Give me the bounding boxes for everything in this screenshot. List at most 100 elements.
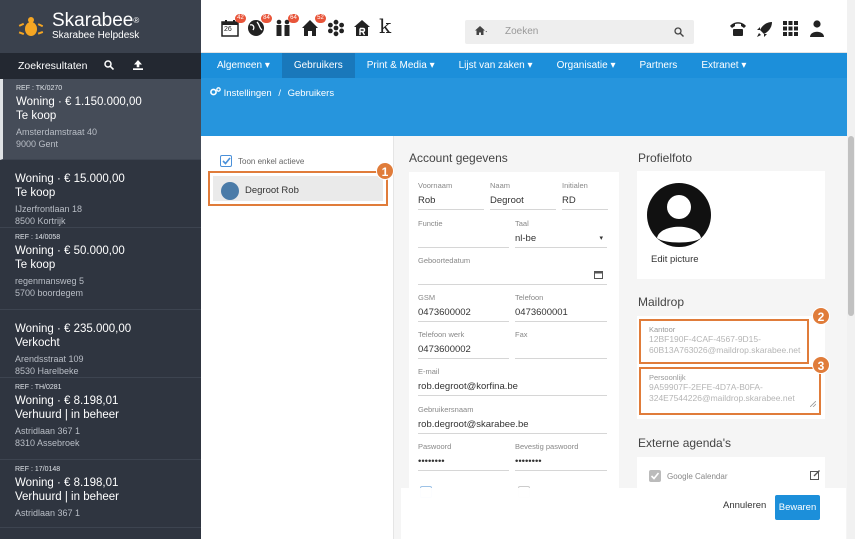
globe-icon[interactable]: 84 [247, 14, 272, 37]
result-ref: REF : 17/0148 [15, 466, 61, 473]
voornaam-field[interactable]: Voornaam Rob [418, 181, 484, 210]
flower-icon[interactable] [327, 19, 345, 37]
calendar-badge: 42 [235, 14, 246, 23]
select-caret-icon: ▾ [599, 235, 603, 242]
profile-title: Profielfoto [638, 151, 693, 165]
result-status: Verkocht [15, 337, 60, 349]
result-type-price: Woning · € 50.000,00 [15, 245, 125, 257]
search-input[interactable]: Zoeken [505, 26, 538, 37]
taal-select[interactable]: Taal nl-be ▾ [515, 219, 607, 248]
result-type-price: Woning · € 1.150.000,00 [16, 96, 142, 108]
result-city: 5700 boordegem [15, 288, 84, 298]
result-type-price: Woning · € 15.000,00 [15, 173, 125, 185]
search-result-item[interactable]: REF : 14/0058 Woning · € 50.000,00 Te ko… [0, 228, 201, 310]
nav-item-lijst-van-zaken[interactable]: Lijst van zaken ▾ [447, 53, 545, 78]
agendas-title: Externe agenda's [638, 436, 732, 450]
breadcrumb-current: Gebruikers [287, 88, 335, 99]
google-calendar-checkbox[interactable] [649, 470, 661, 482]
search-result-item[interactable]: REF : TH/0281 Woning · € 8.198,01 Verhuu… [0, 378, 201, 460]
result-street: regenmansweg 5 [15, 276, 85, 286]
nav-item-partners[interactable]: Partners [628, 53, 690, 78]
resize-handle-icon[interactable] [809, 398, 817, 410]
nav-item-algemeen[interactable]: Algemeen ▾ [201, 53, 282, 78]
user-icon[interactable] [810, 20, 828, 38]
nav-item-print-media[interactable]: Print & Media ▾ [355, 53, 447, 78]
functie-field[interactable]: Functie [418, 219, 509, 248]
maildrop-title: Maildrop [638, 295, 685, 309]
search-box[interactable]: Zoeken [465, 20, 694, 44]
user-list-item[interactable]: Degroot Rob [208, 171, 388, 206]
calendar-day: 26 [224, 26, 232, 33]
gsm-field[interactable]: GSM 0473600002 [418, 293, 509, 322]
result-status: Te koop [16, 110, 57, 122]
skarabee-logo-icon [16, 12, 46, 42]
search-result-item[interactable]: REF : TK/0270 Woning · € 1.150.000,00 Te… [0, 79, 201, 160]
app-window: Skarabee® Skarabee Helpdesk Zoekresultat… [0, 0, 855, 539]
result-status: Te koop [15, 259, 56, 271]
r-house-icon[interactable] [353, 19, 371, 37]
result-street: Amsterdamstraat 40 [16, 127, 98, 137]
active-only-toggle[interactable]: Toon enkel actieve [220, 155, 304, 167]
rocket-icon[interactable] [756, 21, 774, 39]
calendar-icon[interactable]: 26 42 [221, 14, 246, 37]
persons-icon[interactable]: 64 [274, 14, 299, 37]
google-calendar-label: Google Calendar [667, 472, 728, 481]
callout-1: 1 [376, 162, 394, 180]
search-results-header: Zoekresultaten [0, 53, 201, 79]
paswoord-field[interactable]: Paswoord •••••••• [418, 442, 509, 471]
profile-avatar-icon[interactable] [646, 182, 712, 251]
upload-icon[interactable] [133, 59, 144, 73]
cancel-button[interactable]: Annuleren [723, 500, 766, 511]
search-result-item[interactable]: REF : 17/0148 Woning · € 8.198,01 Verhuu… [0, 460, 201, 528]
telefoon-field[interactable]: Telefoon 0473600001 [515, 293, 607, 322]
callout-2: 2 [812, 307, 830, 325]
house-badge: 52 [315, 14, 326, 23]
search-results-title: Zoekresultaten [18, 60, 88, 72]
apps-grid-icon[interactable] [783, 21, 801, 39]
initialen-field[interactable]: Initialen RD [562, 181, 608, 210]
maildrop-kantoor-field[interactable]: Kantoor 12BF190F-4CAF-4567-9D15-60B13A76… [639, 319, 809, 364]
breadcrumb-root[interactable]: Instellingen [224, 88, 272, 99]
naam-field[interactable]: Naam Degroot [490, 181, 556, 210]
date-picker-icon[interactable] [594, 270, 603, 284]
geboortedatum-field[interactable]: Geboortedatum [418, 256, 607, 285]
search-result-item[interactable]: Woning · € 15.000,00 Te koop IJzerfrontl… [0, 160, 201, 228]
result-street: Astridlaan 367 1 [15, 426, 81, 436]
nav-item-organisatie[interactable]: Organisatie ▾ [545, 53, 628, 78]
brand-title: Skarabee [52, 10, 134, 31]
magnifier-icon[interactable] [674, 27, 684, 40]
home-icon[interactable] [475, 26, 487, 39]
result-ref: REF : TK/0270 [16, 85, 63, 92]
edit-picture-button[interactable]: Edit picture [651, 254, 699, 265]
result-status: Te koop [15, 187, 56, 199]
search-result-item[interactable]: Woning · € 235.000,00 Verkocht Arendsstr… [0, 310, 201, 378]
k-logo-icon[interactable]: k [379, 16, 397, 36]
phone-icon[interactable] [729, 21, 747, 39]
maildrop-persoonlijk-field[interactable]: Persoonlijk 9A59907F-2EFE-4D7A-B0FA-324E… [639, 367, 821, 415]
result-street: IJzerfrontlaan 18 [15, 204, 83, 214]
house-icon[interactable]: 52 [301, 14, 326, 37]
bevestig-paswoord-field[interactable]: Bevestig paswoord •••••••• [515, 442, 607, 471]
sidebar: Skarabee® Skarabee Helpdesk Zoekresultat… [0, 0, 201, 539]
profile-card: Edit picture [637, 171, 825, 279]
callout-3: 3 [812, 356, 830, 374]
active-only-checkbox[interactable] [220, 155, 232, 167]
gears-icon [210, 87, 224, 99]
result-ref: REF : TH/0281 [15, 384, 62, 391]
scrollbar[interactable] [847, 0, 855, 539]
email-field[interactable]: E-mail rob.degroot@korfina.be [418, 367, 607, 396]
brand: Skarabee® Skarabee Helpdesk [0, 0, 201, 53]
breadcrumb-sep: / [278, 88, 281, 99]
nav-item-gebruikers[interactable]: Gebruikers [281, 53, 355, 78]
search-icon[interactable] [104, 59, 115, 73]
result-status: Verhuurd | in beheer [15, 409, 120, 421]
edit-icon[interactable] [810, 470, 820, 483]
scrollbar-thumb[interactable] [848, 136, 854, 316]
telefoon-werk-field[interactable]: Telefoon werk 0473600002 [418, 330, 509, 359]
fax-field[interactable]: Fax [515, 330, 607, 359]
gebruikersnaam-field[interactable]: Gebruikersnaam rob.degroot@skarabee.be [418, 405, 607, 434]
nav-item-extranet[interactable]: Extranet ▾ [689, 53, 758, 78]
save-button[interactable]: Bewaren [775, 495, 820, 520]
page-header: Instellingen / Gebruikers [201, 78, 855, 136]
brand-reg: ® [133, 16, 140, 25]
